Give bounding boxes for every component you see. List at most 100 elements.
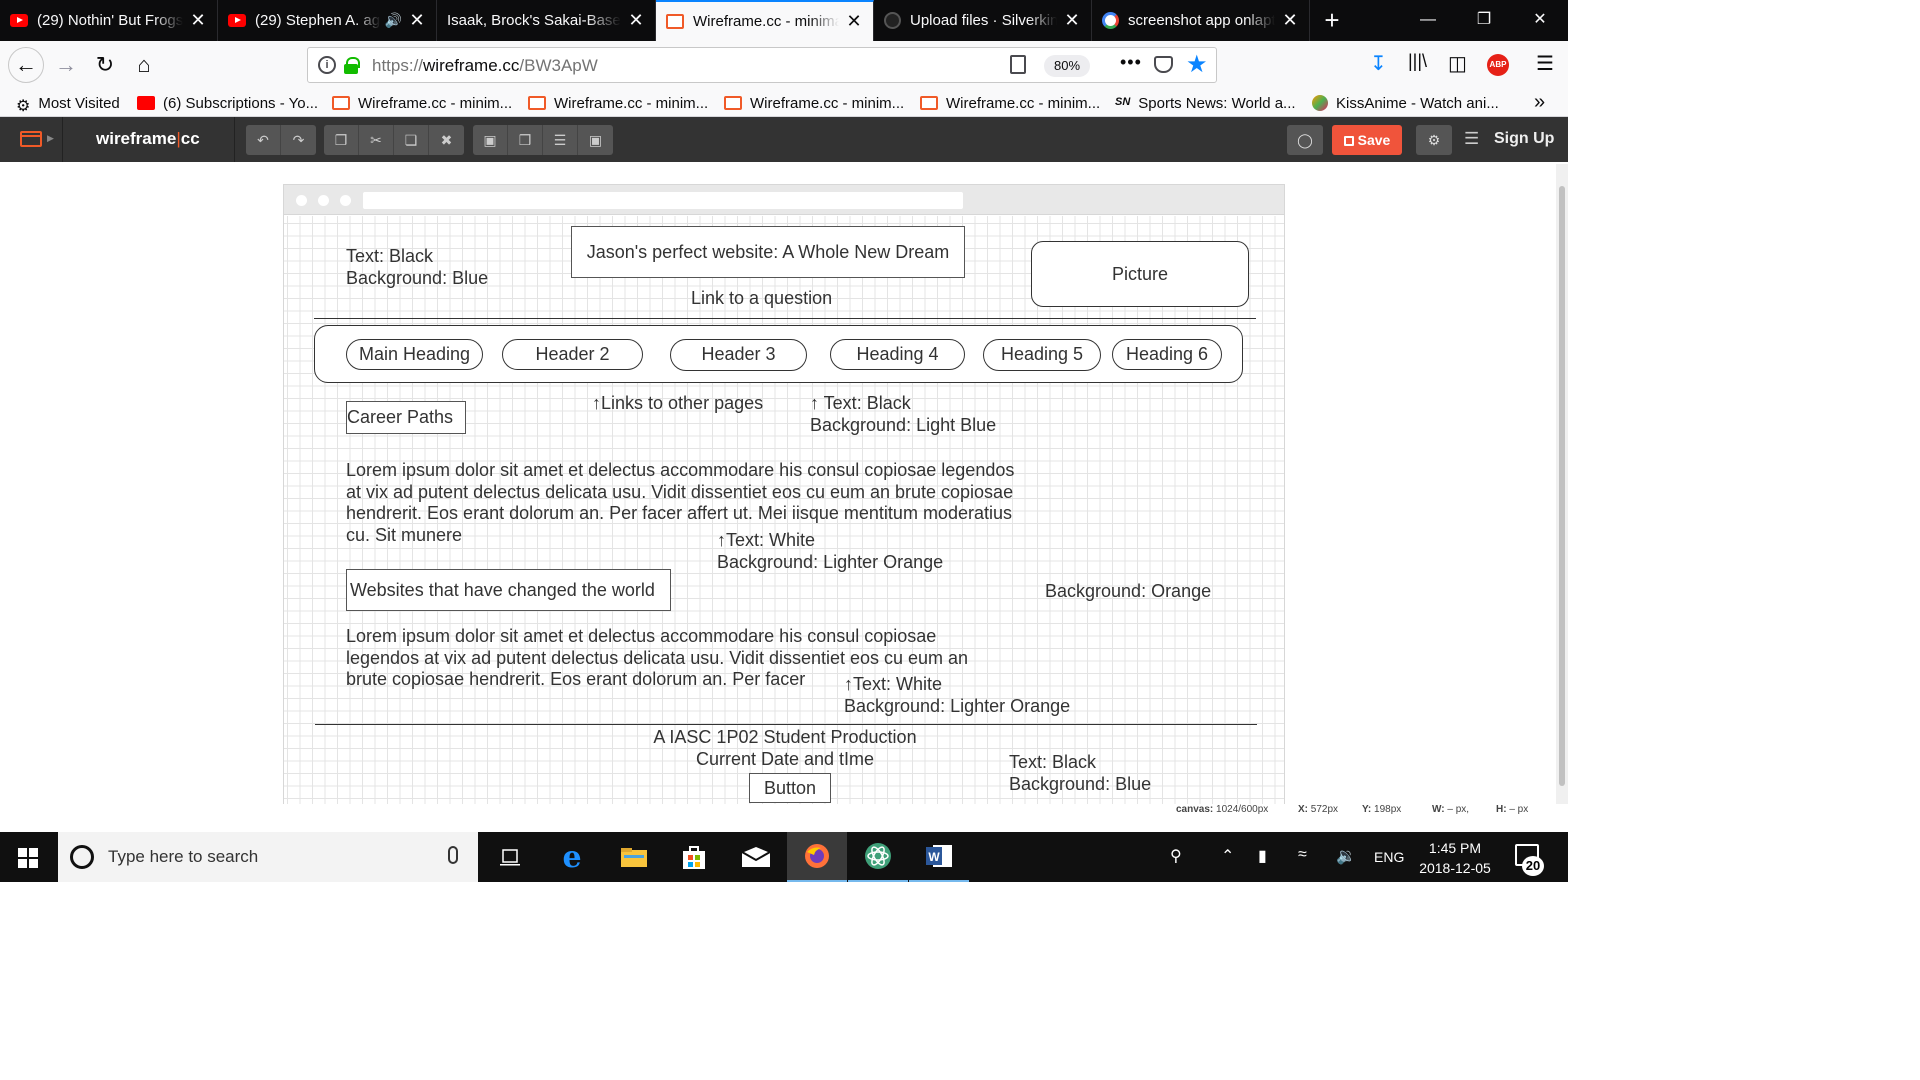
- copy-icon[interactable]: ❐: [324, 125, 359, 155]
- picture-placeholder[interactable]: Picture: [1031, 241, 1249, 307]
- stencil-menu-icon[interactable]: [20, 131, 42, 147]
- cortana-icon[interactable]: [70, 845, 94, 869]
- bookmark-wireframe-2[interactable]: Wireframe.cc - minim...: [528, 93, 708, 113]
- word-icon[interactable]: W: [909, 832, 969, 882]
- paste-icon[interactable]: ❏: [394, 125, 429, 155]
- footer-divider-line[interactable]: [315, 724, 1257, 725]
- menu-icon[interactable]: ☰: [1464, 129, 1479, 149]
- caret-icon[interactable]: ▶: [47, 133, 54, 144]
- bring-front-icon[interactable]: ❒: [508, 125, 543, 155]
- bookmarks-overflow-icon[interactable]: »: [1534, 91, 1545, 114]
- url-text[interactable]: https://wireframe.cc/BW3ApW: [372, 56, 598, 76]
- battery-icon[interactable]: ▮: [1258, 846, 1267, 866]
- info-icon[interactable]: i: [318, 56, 336, 74]
- cut-icon[interactable]: ✂: [359, 125, 394, 155]
- note-background-orange[interactable]: Background: Orange: [1045, 581, 1211, 603]
- url-bar[interactable]: i https://wireframe.cc/BW3ApW 80% ••• ★: [307, 47, 1217, 83]
- mail-icon[interactable]: [726, 832, 786, 882]
- bookmark-sports-news[interactable]: SN Sports News: World a...: [1115, 93, 1296, 113]
- note-paragraph-1-colors[interactable]: ↑Text: White Background: Lighter Orange: [717, 530, 943, 573]
- speaker-icon[interactable]: 🔊: [385, 12, 402, 29]
- note-header-colors[interactable]: Text: Black Background: Blue: [346, 246, 488, 289]
- lock-icon[interactable]: ▣: [473, 125, 508, 155]
- close-tab-icon[interactable]: ✕: [408, 10, 426, 31]
- undo-icon[interactable]: ↶: [246, 125, 281, 155]
- websites-changed-world-box[interactable]: Websites that have changed the world: [346, 569, 671, 611]
- reader-view-icon[interactable]: [1010, 55, 1026, 74]
- footer-production-text[interactable]: A IASC 1P02 Student Production Current D…: [604, 727, 966, 770]
- sidebar-icon[interactable]: ◫: [1448, 51, 1467, 76]
- back-button[interactable]: ←: [8, 47, 44, 83]
- tab-isaak-brock[interactable]: Isaak, Brock's Sakai-Based ✕: [437, 0, 656, 41]
- adblock-icon[interactable]: ABP: [1487, 54, 1509, 76]
- close-tab-icon[interactable]: ✕: [1063, 10, 1081, 31]
- tab-wireframe-cc[interactable]: Wireframe.cc - minimal ✕: [656, 0, 874, 41]
- nav-pill-header-3[interactable]: Header 3: [670, 339, 807, 371]
- bookmark-wireframe-3[interactable]: Wireframe.cc - minim...: [724, 93, 904, 113]
- edge-icon[interactable]: e: [542, 832, 602, 882]
- windows-start-icon[interactable]: [18, 848, 38, 868]
- header-divider-line[interactable]: [314, 318, 1256, 319]
- tab-nothin-but-frogs[interactable]: (29) Nothin' But Frogs ✕: [0, 0, 218, 41]
- restore-button[interactable]: ❐: [1456, 0, 1512, 41]
- nav-pill-heading-4[interactable]: Heading 4: [830, 339, 965, 370]
- close-tab-icon[interactable]: ✕: [845, 11, 863, 32]
- nav-pill-main-heading[interactable]: Main Heading: [346, 339, 483, 370]
- scrollbar-thumb[interactable]: [1559, 186, 1565, 786]
- file-explorer-icon[interactable]: [604, 832, 664, 882]
- site-title-box[interactable]: Jason's perfect website: A Whole New Dre…: [571, 226, 965, 278]
- store-icon[interactable]: [664, 832, 724, 882]
- library-icon[interactable]: |||\: [1408, 51, 1427, 72]
- bookmark-most-visited[interactable]: ⚙ Most Visited: [16, 93, 120, 116]
- bookmark-wireframe-1[interactable]: Wireframe.cc - minim...: [332, 93, 512, 113]
- delete-icon[interactable]: ✖: [429, 125, 464, 155]
- minimize-button[interactable]: —: [1400, 0, 1456, 41]
- home-button[interactable]: ⌂: [128, 49, 160, 81]
- bookmark-subscriptions[interactable]: (6) Subscriptions - Yo...: [137, 93, 318, 113]
- tab-stephen-a[interactable]: (29) Stephen A. agr 🔊 ✕: [218, 0, 437, 41]
- note-paragraph-2-colors[interactable]: ↑Text: White Background: Lighter Orange: [844, 674, 1070, 717]
- note-links-to-pages[interactable]: ↑Links to other pages: [592, 393, 763, 415]
- nav-pill-heading-5[interactable]: Heading 5: [983, 339, 1101, 371]
- downloads-icon[interactable]: ↧: [1370, 51, 1387, 76]
- redo-icon[interactable]: ↷: [281, 125, 316, 155]
- hamburger-menu-icon[interactable]: ☰: [1536, 51, 1554, 76]
- wifi-icon[interactable]: ≈: [1298, 846, 1307, 864]
- nav-pill-heading-6[interactable]: Heading 6: [1112, 339, 1222, 370]
- zoom-indicator[interactable]: 80%: [1044, 55, 1090, 77]
- align-icon[interactable]: ☰: [543, 125, 578, 155]
- bookmark-wireframe-4[interactable]: Wireframe.cc - minim...: [920, 93, 1100, 113]
- tab-screenshot-app[interactable]: screenshot app onlapt ✕: [1092, 0, 1310, 41]
- close-tab-icon[interactable]: ✕: [1281, 10, 1299, 31]
- taskbar-clock[interactable]: 1:45 PM 2018-12-05: [1410, 838, 1500, 878]
- firefox-icon[interactable]: [787, 832, 847, 882]
- sign-up-link[interactable]: Sign Up: [1494, 130, 1554, 148]
- taskbar-search-box[interactable]: Type here to search: [58, 832, 478, 882]
- bookmark-star-icon[interactable]: ★: [1186, 50, 1208, 79]
- pocket-icon[interactable]: [1154, 56, 1173, 73]
- group-icon[interactable]: ▣: [578, 125, 613, 155]
- note-nav-colors[interactable]: ↑ Text: Black Background: Light Blue: [810, 393, 996, 436]
- note-footer-colors[interactable]: Text: Black Background: Blue: [1009, 752, 1151, 795]
- people-icon[interactable]: ⚲: [1170, 846, 1182, 866]
- footer-button[interactable]: Button: [749, 773, 831, 803]
- forward-button[interactable]: →: [50, 49, 82, 81]
- save-button[interactable]: Save: [1332, 125, 1402, 155]
- tray-chevron-icon[interactable]: ⌃: [1221, 846, 1234, 866]
- microphone-icon[interactable]: [448, 846, 458, 864]
- new-tab-button[interactable]: +: [1310, 0, 1354, 41]
- close-tab-icon[interactable]: ✕: [627, 10, 645, 31]
- reload-button[interactable]: ↻: [89, 49, 121, 81]
- nav-pill-header-2[interactable]: Header 2: [502, 339, 643, 370]
- career-paths-box[interactable]: Career Paths: [346, 401, 466, 434]
- atom-icon[interactable]: [848, 832, 908, 882]
- task-view-icon[interactable]: [480, 832, 540, 882]
- settings-icon[interactable]: ⚙: [1416, 125, 1452, 155]
- close-window-button[interactable]: ✕: [1512, 0, 1568, 41]
- page-actions-icon[interactable]: •••: [1120, 52, 1142, 73]
- bookmark-kissanime[interactable]: KissAnime - Watch ani...: [1312, 93, 1499, 113]
- close-tab-icon[interactable]: ✕: [189, 10, 207, 31]
- lock-icon[interactable]: [344, 57, 360, 74]
- tab-upload-files[interactable]: Upload files · Silverkin ✕: [874, 0, 1092, 41]
- comment-icon[interactable]: ◯: [1287, 125, 1323, 155]
